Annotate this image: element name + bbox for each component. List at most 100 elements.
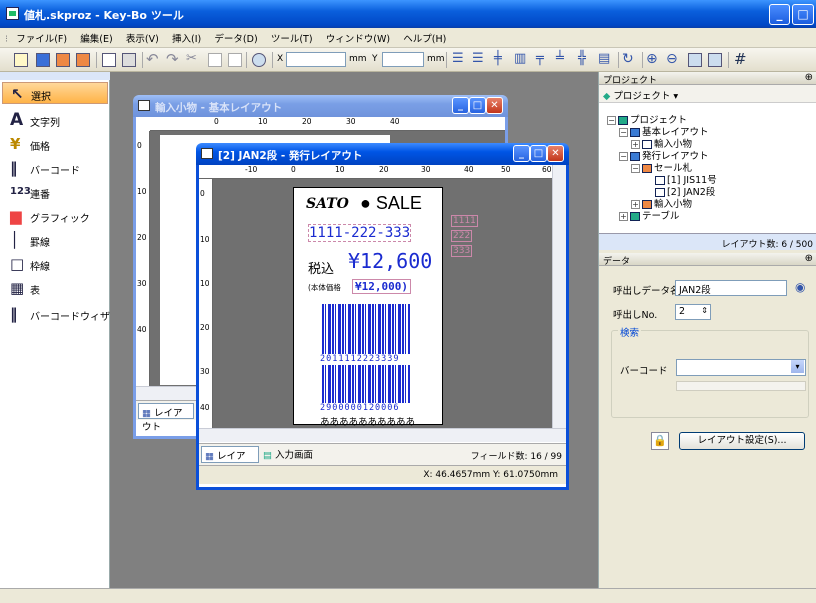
project-tree[interactable]: − プロジェクト − 基本レイアウト + 輸入小物 − 発行レイアウト − セール札 [1… [599,103,816,233]
stepper-arrows-icon[interactable]: ⇕ [701,306,708,315]
side-code-1[interactable]: 1111 [451,215,478,227]
menu-edit[interactable]: 編集(E) [75,28,117,45]
project-icon: ◆ [603,91,611,102]
close-button[interactable]: ✕ [486,97,503,114]
tool-price[interactable]: ¥ 価格 [2,133,108,155]
call-no-stepper[interactable]: 2 ⇕ [675,304,711,320]
tool-line[interactable]: │ 罫線 [2,229,108,251]
new-file-icon[interactable] [12,51,30,69]
folder-icon [642,164,652,173]
tool-table[interactable]: ▦ 表 [2,277,108,299]
table-icon [630,212,640,221]
tool-barcode-wizard[interactable]: ‖ バーコードウィザード [2,303,130,325]
menu-data[interactable]: データ(D) [209,28,262,45]
zoom-in-icon[interactable]: ⊕ [646,51,664,69]
call-no-label: 呼出しNo. [613,310,658,321]
minimize-button[interactable]: _ [513,145,530,162]
save-icon[interactable] [34,51,52,69]
search-group-title: 検索 [618,325,642,339]
phone-field[interactable]: 1111-222-333 [308,224,412,242]
pin-icon[interactable]: ⊕ [805,253,813,264]
grid-icon[interactable]: # [734,51,752,69]
side-code-3[interactable]: 333 [451,245,473,257]
close-button[interactable]: ✕ [547,145,564,162]
align-top-icon[interactable]: ╤ [536,51,554,69]
fit-page-icon[interactable] [686,51,704,69]
horizontal-ruler: 0 10 20 30 40 [150,117,505,131]
menu-tools[interactable]: ツール(T) [266,28,318,45]
zoom-out-icon[interactable]: ⊖ [666,51,684,69]
input-screen-icon: ▤ [263,450,272,461]
window-basic-layout-titlebar[interactable]: 輸入小物 - 基本レイアウト _ □ ✕ [133,95,508,117]
tool-frame[interactable]: □ 枠線 [2,253,108,275]
kana-field[interactable]: ああああああああああ [320,414,415,428]
design-canvas[interactable]: SATO ● SALE 1111-222-333 税込 ¥12,600 (本体価… [213,179,552,428]
layout-settings-button[interactable]: レイアウト設定(S)... [679,432,805,450]
base-price-field[interactable]: ¥12,000) [352,279,411,294]
tree-item-table[interactable]: + テーブル [619,208,679,222]
tool-text[interactable]: A 文字列 [2,109,108,131]
tool-select[interactable]: ↖ 選択 [2,82,108,104]
horizontal-scrollbar[interactable] [199,428,566,442]
minimize-button[interactable]: _ [769,4,790,25]
undo-icon[interactable]: ↶ [146,51,164,69]
tab-layout[interactable]: ▦ レイアウト [201,446,259,476]
right-panel: プロジェクト ⊕ ◆ プロジェクト ▾ − プロジェクト − 基本レイアウト + 輸入… [598,72,816,588]
print-icon[interactable] [120,51,138,69]
tax-included-text: 税込 [308,262,335,277]
redo-icon[interactable]: ↷ [166,51,184,69]
minimize-button[interactable]: _ [452,97,469,114]
window-jan2-layout-titlebar[interactable]: [2] JAN2段 - 発行レイアウト _ □ ✕ [196,143,569,165]
call-data-name-input[interactable]: JAN2段 [675,280,787,296]
cut-icon[interactable]: ✂ [186,51,204,69]
x-input[interactable] [286,52,346,67]
center-h-icon[interactable]: ╬ [578,51,596,69]
menu-file[interactable]: ファイル(F) [11,28,72,45]
project-dropdown[interactable]: ◆ プロジェクト ▾ [603,88,678,102]
vertical-scrollbar[interactable] [552,165,566,428]
tab-layout[interactable]: ▦ レイアウト [138,403,194,433]
tool-sequence[interactable]: 123 連番 [2,181,108,203]
tool-graphic[interactable]: ▆ グラフィック [2,205,108,227]
align-center-icon[interactable]: ╪ [494,51,512,69]
window-basic-layout-title: 輸入小物 - 基本レイアウト [155,102,283,114]
layout-icon[interactable] [54,51,72,69]
menu-view[interactable]: 表示(V) [121,28,164,45]
chevron-down-icon[interactable]: ▾ [791,360,804,373]
distribute-v-icon[interactable]: ▤ [598,51,616,69]
maximize-button[interactable]: □ [792,4,814,25]
y-input[interactable] [382,52,424,67]
maximize-button[interactable]: □ [530,145,547,162]
barcode-1[interactable] [322,304,410,354]
distribute-h-icon[interactable]: ▥ [514,51,532,69]
tab-input-screen[interactable]: ▤ 入力画面 [263,447,313,461]
window-jan2-layout[interactable]: [2] JAN2段 - 発行レイアウト _ □ ✕ -10 0 10 20 30… [196,143,569,490]
print-preview-icon[interactable] [100,51,118,69]
align-right-icon[interactable]: ☰ [472,51,490,69]
help-icon[interactable]: ◉ [795,280,805,294]
side-code-2[interactable]: 222 [451,230,473,242]
menu-insert[interactable]: 挿入(I) [167,28,206,45]
maximize-button[interactable]: □ [469,97,486,114]
menu-help[interactable]: ヘルプ(H) [398,28,451,45]
copy-icon[interactable] [206,51,224,69]
barcode-select[interactable]: ▾ [676,359,806,376]
layout-copy-icon[interactable] [74,51,92,69]
price-field[interactable]: ¥12,600 [348,249,432,273]
lock-icon[interactable]: 🔒 [651,432,669,450]
align-bottom-icon[interactable]: ╧ [556,51,574,69]
status-bar [0,588,816,603]
pin-icon[interactable]: ⊕ [805,72,813,83]
barcode-2[interactable] [322,365,410,403]
project-panel-header: プロジェクト ⊕ [599,72,816,86]
menu-window[interactable]: ウィンドウ(W) [321,28,395,45]
rotate-icon[interactable]: ↻ [622,51,640,69]
tool-barcode[interactable]: ‖ バーコード [2,157,108,179]
actual-size-icon[interactable] [706,51,724,69]
sale-text[interactable]: ● SALE [360,193,422,214]
paste-icon[interactable] [226,51,244,69]
properties-icon[interactable] [250,51,268,69]
barcode-2-digits: 2900000120006 [320,403,400,413]
align-left-icon[interactable]: ☰ [452,51,470,69]
price-tag-label[interactable]: SATO ● SALE 1111-222-333 税込 ¥12,600 (本体価… [293,187,443,428]
